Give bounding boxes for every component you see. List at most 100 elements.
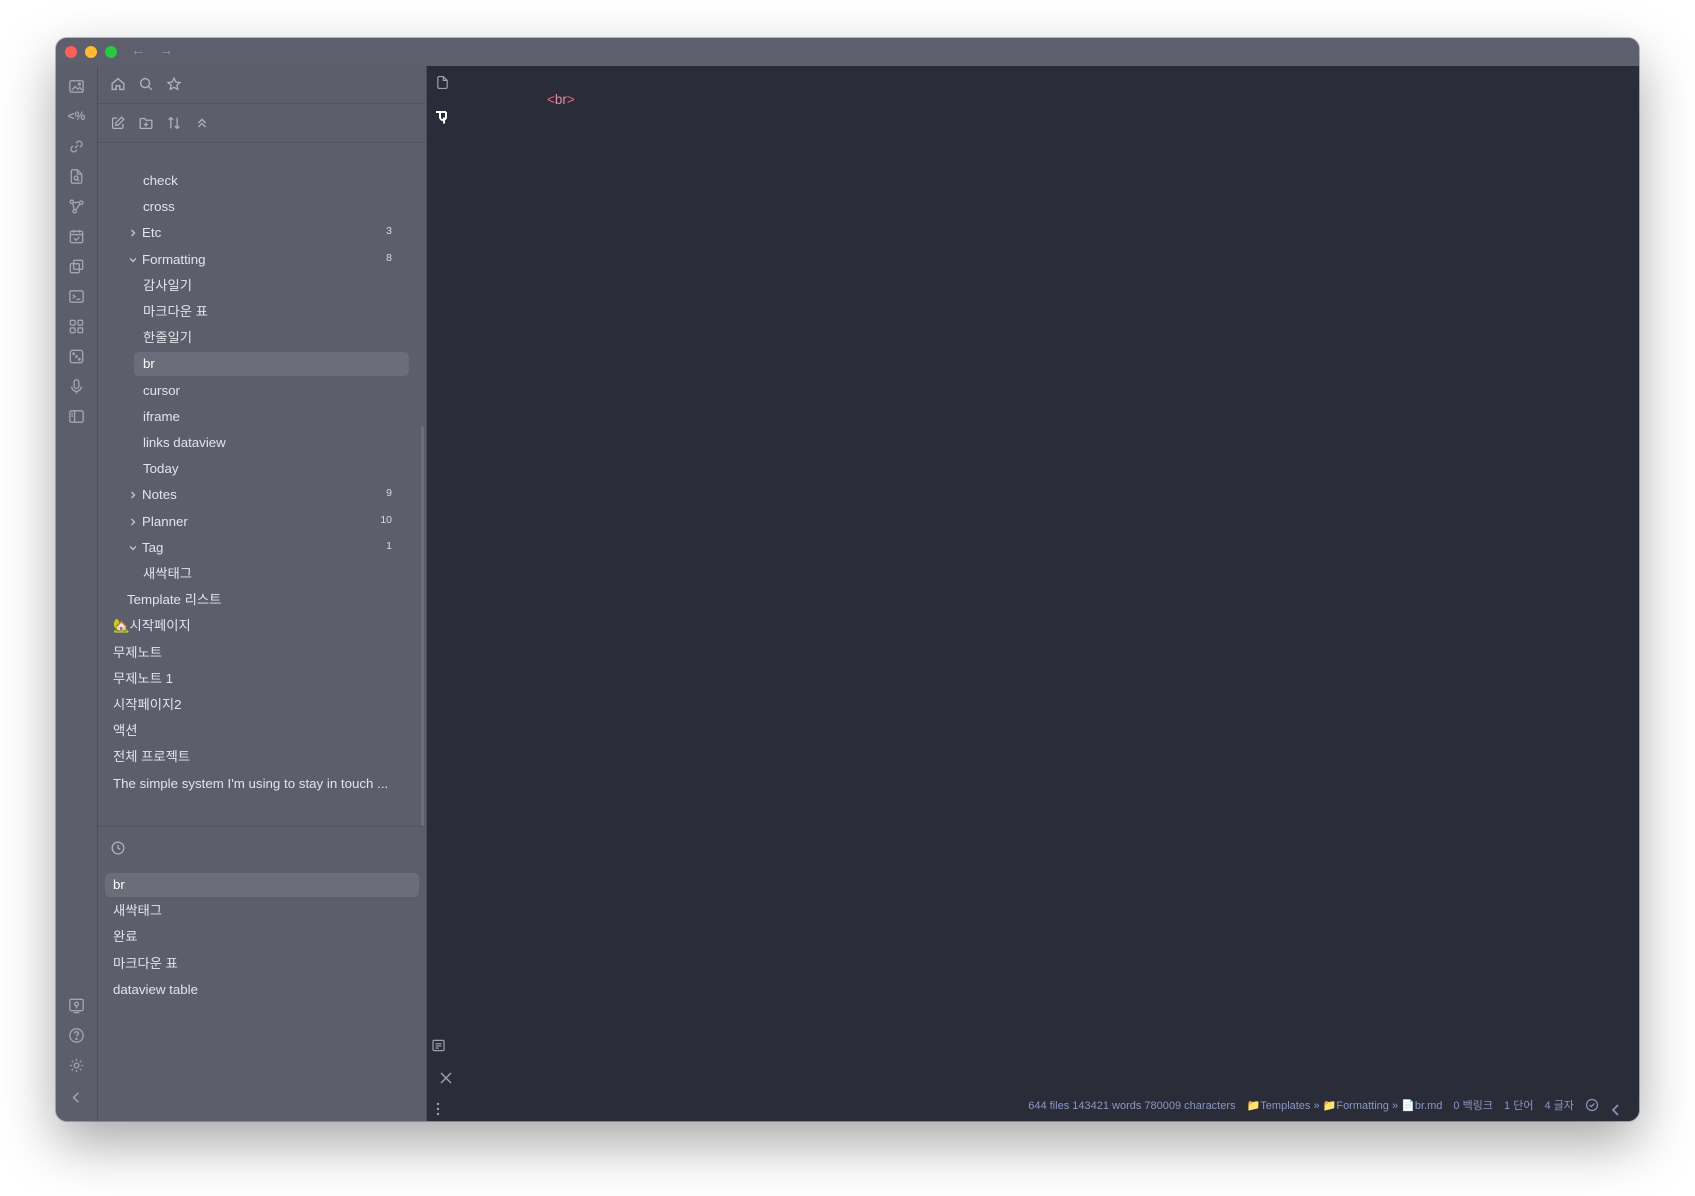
tree-folder[interactable]: Tag 1	[98, 536, 426, 560]
tree-file[interactable]: links dataview	[98, 431, 426, 455]
tree-file[interactable]: br	[134, 352, 409, 376]
file-search-icon[interactable]	[67, 167, 86, 186]
dice-icon[interactable]	[67, 347, 86, 366]
tree-file[interactable]: 한줄일기	[98, 326, 426, 350]
ribbon: <%	[56, 66, 98, 1121]
link-icon[interactable]	[67, 137, 86, 156]
tree-item-label: 한줄일기	[143, 330, 192, 345]
tree-file[interactable]: 마크다운 표	[98, 300, 426, 324]
tree-file[interactable]: Template 리스트	[98, 588, 426, 612]
tree-file[interactable]: 전체 프로젝트	[98, 745, 426, 769]
expand-right-sidebar-icon[interactable]	[1609, 1102, 1623, 1118]
tree-item-label: 무제노트 1	[113, 671, 174, 686]
tree-file[interactable]: 무제노트	[98, 641, 426, 665]
tree-item-label: 마크다운 표	[143, 304, 208, 319]
search-icon[interactable]	[137, 75, 155, 93]
microphone-icon[interactable]	[67, 377, 86, 396]
outline-icon[interactable]	[430, 1037, 447, 1054]
tree-item-label: Planner	[142, 514, 188, 529]
home-icon[interactable]	[109, 75, 127, 93]
tree-file[interactable]: iframe	[98, 405, 426, 429]
file-explorer-sidebar: check cross Etc 3 Formatting 8 감사일기 마크다운 표 한줄일기 b…	[98, 66, 427, 1121]
tree-file[interactable]: cursor	[98, 379, 426, 403]
tree-file[interactable]: 무제노트 1	[98, 667, 426, 691]
tree-folder[interactable]: Formatting 8	[98, 248, 426, 272]
tree-item-label: check	[143, 173, 178, 188]
copy-icon[interactable]	[67, 257, 86, 276]
graph-icon[interactable]	[67, 197, 86, 216]
folder-count: 8	[386, 252, 392, 264]
recent-file-item[interactable]: 완료	[98, 925, 426, 949]
recent-file-label: br	[113, 877, 125, 892]
folder-count: 1	[386, 540, 392, 552]
close-window-button[interactable]	[65, 46, 77, 58]
recent-file-item[interactable]: dataview table	[98, 978, 426, 1002]
tree-item-label: Etc	[142, 225, 162, 240]
help-icon[interactable]	[67, 1026, 86, 1045]
ribbon-plugin-icon[interactable]	[435, 109, 449, 125]
tree-folder[interactable]: Notes 9	[98, 483, 426, 507]
recent-file-label: dataview table	[113, 982, 199, 997]
tree-folder[interactable]: Planner 10	[98, 510, 426, 534]
nav-back-button[interactable]: ←	[131, 42, 145, 58]
chevron-right-icon[interactable]	[128, 228, 138, 238]
backlink-count[interactable]: 0 백링크	[1453, 1100, 1493, 1112]
tree-file[interactable]: Today	[98, 457, 426, 481]
tree-item-label: Notes	[142, 487, 177, 502]
new-note-icon[interactable]	[109, 114, 127, 132]
new-folder-icon[interactable]	[137, 114, 155, 132]
tree-file[interactable]: 감사일기	[98, 274, 426, 298]
vault-icon[interactable]	[67, 996, 86, 1015]
tree-item-label: 시작페이지2	[113, 697, 182, 712]
chevron-right-icon[interactable]	[128, 490, 138, 500]
recent-file-item[interactable]: 마크다운 표	[98, 952, 426, 976]
tree-file[interactable]: 액션	[98, 719, 426, 743]
chevron-right-icon[interactable]	[128, 517, 138, 527]
tree-file[interactable]: 🏡시작페이지	[98, 614, 426, 638]
zoom-window-button[interactable]	[105, 46, 117, 58]
minimize-window-button[interactable]	[85, 46, 97, 58]
char-count: 4 글자	[1544, 1100, 1574, 1112]
status-breadcrumb[interactable]: 📁Templates » 📁Formatting » 📄br.md	[1247, 1100, 1443, 1112]
tree-item-label: 전체 프로젝트	[113, 749, 191, 764]
tree-item-label: Template 리스트	[127, 592, 222, 607]
sync-check-icon[interactable]	[1585, 1098, 1599, 1115]
folder-count: 10	[380, 514, 392, 526]
tree-item-label: links dataview	[143, 435, 226, 450]
collapse-icon[interactable]	[67, 1088, 86, 1107]
tree-item-label: iframe	[143, 409, 180, 424]
image-icon[interactable]	[67, 77, 86, 96]
tree-folder[interactable]: Etc 3	[98, 221, 426, 245]
app-window: ← → <% check cross Etc 3 Formatting 8 감사…	[56, 38, 1639, 1121]
sidebar-layout-icon[interactable]	[67, 407, 86, 426]
calendar-check-icon[interactable]	[67, 227, 86, 246]
settings-icon[interactable]	[67, 1056, 86, 1075]
tree-item-label: 무제노트	[113, 645, 162, 660]
chevron-down-icon[interactable]	[128, 543, 138, 553]
recent-file-item[interactable]: 새싹태그	[98, 899, 426, 923]
tree-file[interactable]: check	[98, 169, 426, 193]
tree-item-label: cursor	[143, 383, 180, 398]
close-icon[interactable]	[439, 1071, 453, 1085]
tree-file[interactable]: 시작페이지2	[98, 693, 426, 717]
title-bar: ← →	[56, 38, 1639, 67]
file-icon[interactable]	[434, 74, 451, 91]
tree-file[interactable]: The simple system I'm using to stay in t…	[98, 772, 426, 796]
star-icon[interactable]	[165, 75, 183, 93]
code-percent-icon[interactable]: <%	[67, 107, 86, 126]
sort-icon[interactable]	[165, 114, 183, 132]
tree-file[interactable]: cross	[98, 195, 426, 219]
tree-scrollbar[interactable]	[421, 426, 424, 826]
grid-icon[interactable]	[67, 317, 86, 336]
editor-pane: <br> 644 files 143421 words 780009 chara…	[427, 66, 1639, 1121]
terminal-icon[interactable]	[67, 287, 86, 306]
collapse-all-icon[interactable]	[193, 114, 211, 132]
tree-item-label: The simple system I'm using to stay in t…	[113, 776, 389, 791]
chevron-down-icon[interactable]	[128, 255, 138, 265]
recent-file-item[interactable]: br	[105, 873, 419, 897]
nav-forward-button[interactable]: →	[159, 42, 173, 58]
more-options-icon[interactable]	[435, 1101, 441, 1117]
editor-code-line[interactable]: <br>	[547, 92, 575, 107]
tree-item-label: 새싹태그	[143, 566, 192, 581]
tree-file[interactable]: 새싹태그	[98, 562, 426, 586]
